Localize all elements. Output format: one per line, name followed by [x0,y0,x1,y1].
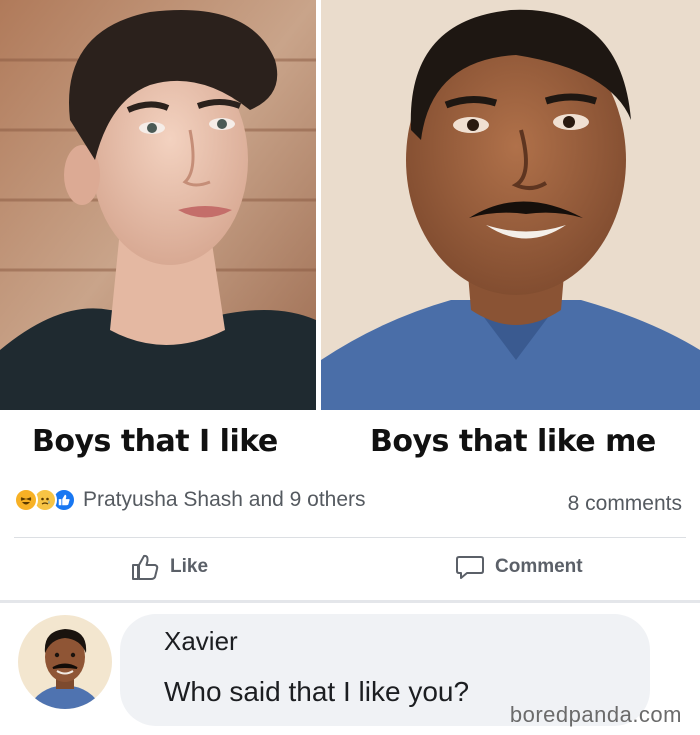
comment-bubble-icon [456,556,484,579]
comments-count[interactable]: 8 comments [568,492,682,516]
like-label: Like [170,556,209,577]
photo-mustached-man [321,0,700,410]
thumbs-up-icon [132,554,159,580]
like-button[interactable]: Like [130,553,208,581]
section-separator [0,600,700,603]
comment-button[interactable]: Comment [455,553,583,581]
comment-author[interactable]: Xavier [164,626,238,657]
divider [14,537,686,538]
caption-left: Boys that I like [32,424,278,459]
avatar[interactable] [18,615,112,709]
reaction-names[interactable]: Pratyusha Shash and 9 others [83,488,366,512]
watermark: boredpanda.com [509,702,682,727]
reactions-summary[interactable]: Pratyusha Shash and 9 others [14,488,366,512]
haha-icon [14,488,38,512]
comment-text: Who said that I like you? [164,676,470,707]
comment-label: Comment [495,556,583,577]
photo-handsome-boy [0,0,316,410]
caption-right: Boys that like me [370,424,656,459]
meme-photos [0,0,700,410]
